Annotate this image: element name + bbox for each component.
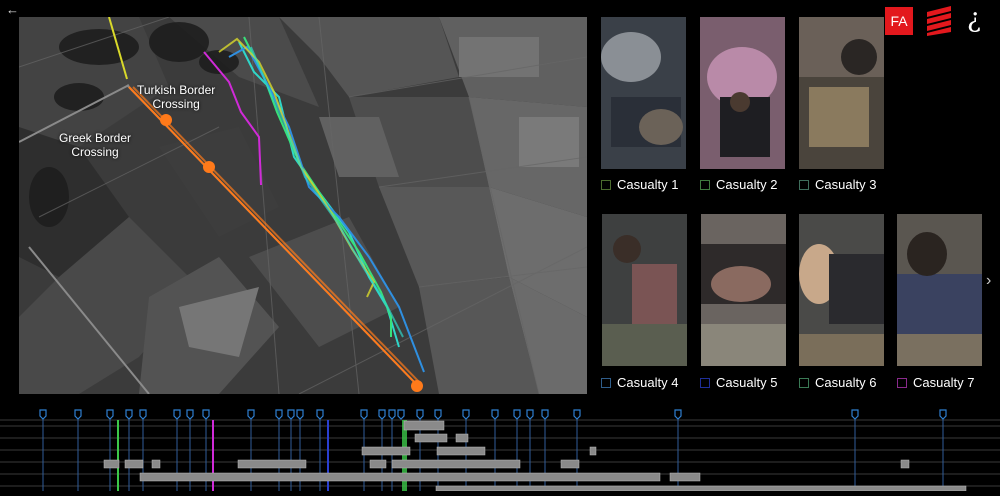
casualty-7-checkbox[interactable] xyxy=(897,377,907,388)
casualty-2-thumbnail[interactable] xyxy=(700,17,785,169)
casualty-7-option[interactable]: Casualty 7 xyxy=(897,375,974,390)
casualty-5-thumbnail[interactable] xyxy=(701,214,786,366)
forensic-architecture-logo[interactable]: FA xyxy=(885,7,913,35)
back-arrow-icon[interactable]: ← xyxy=(6,2,19,17)
casualty-3-option[interactable]: Casualty 3 xyxy=(799,177,876,192)
turkish-border-label: Turkish Border Crossing xyxy=(137,83,216,111)
casualty-3-thumbnail[interactable] xyxy=(799,17,884,169)
timeline-canvas xyxy=(0,409,1000,492)
casualty-5-label: Casualty 5 xyxy=(716,375,778,390)
casualty-4-label: Casualty 4 xyxy=(617,375,679,390)
casualty-5-option[interactable]: Casualty 5 xyxy=(700,375,777,390)
casualty-3-label: Casualty 3 xyxy=(815,177,877,192)
casualty-1-thumbnail[interactable] xyxy=(601,17,686,169)
casualty-6-option[interactable]: Casualty 6 xyxy=(799,375,876,390)
casualty-3-checkbox[interactable] xyxy=(799,179,809,190)
casualty-7-label: Casualty 7 xyxy=(913,375,975,390)
greek-border-label: Greek Border Crossing xyxy=(59,131,132,159)
chevron-right-icon[interactable]: › xyxy=(986,272,991,290)
casualty-4-option[interactable]: Casualty 4 xyxy=(601,375,678,390)
casualty-6-thumbnail[interactable] xyxy=(799,214,884,366)
casualty-7-thumbnail[interactable] xyxy=(897,214,982,366)
casualty-4-checkbox[interactable] xyxy=(601,377,611,388)
casualty-6-checkbox[interactable] xyxy=(799,377,809,388)
casualty-2-checkbox[interactable] xyxy=(700,179,710,190)
stripes-logo-icon[interactable] xyxy=(925,6,953,36)
timeline[interactable] xyxy=(0,408,1000,492)
map-canvas xyxy=(19,17,587,394)
casualty-1-label: Casualty 1 xyxy=(617,177,679,192)
info-icon[interactable]: ¿ xyxy=(967,4,981,34)
casualty-1-option[interactable]: Casualty 1 xyxy=(601,177,678,192)
casualty-2-label: Casualty 2 xyxy=(716,177,778,192)
casualty-2-option[interactable]: Casualty 2 xyxy=(700,177,777,192)
casualty-1-checkbox[interactable] xyxy=(601,179,611,190)
casualty-6-label: Casualty 6 xyxy=(815,375,877,390)
satellite-map[interactable]: Turkish Border Crossing Greek Border Cro… xyxy=(19,17,587,394)
casualty-4-thumbnail[interactable] xyxy=(602,214,687,366)
casualty-5-checkbox[interactable] xyxy=(700,377,710,388)
